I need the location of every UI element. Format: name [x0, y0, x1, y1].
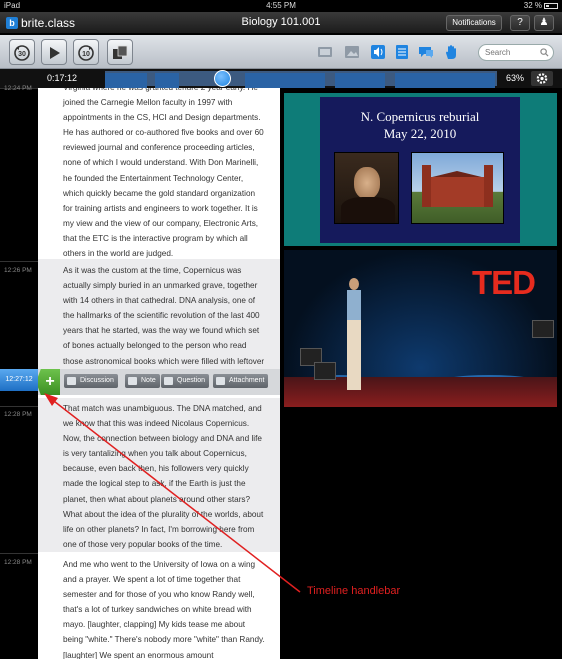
search-icon[interactable] — [540, 48, 549, 57]
rewind-30-icon: 30 — [14, 45, 30, 61]
attachment-label: Attachment — [229, 377, 265, 384]
ted-logo: TED — [472, 264, 536, 301]
discussion-button[interactable]: Discussion — [64, 374, 118, 388]
status-bar: iPad 4:55 PM 32 % — [0, 0, 562, 12]
add-annotation-button[interactable]: + — [38, 369, 60, 395]
timestamp: 12:26 PM — [4, 267, 32, 274]
discussion-label: Discussion — [80, 377, 114, 384]
gutter-divider — [0, 406, 38, 407]
status-time: 4:55 PM — [266, 1, 296, 10]
question-label: Question — [177, 377, 206, 384]
stage-floor — [284, 377, 557, 407]
settings-button[interactable] — [531, 71, 553, 86]
stage-tv — [532, 320, 554, 338]
gutter-divider — [0, 553, 38, 554]
discussion-icon — [67, 377, 76, 385]
note-icon — [128, 377, 137, 385]
speaker-legs — [347, 320, 361, 390]
transcript-paragraph[interactable]: And me who went to the University of Iow… — [38, 554, 280, 659]
gutter-divider — [0, 261, 38, 262]
cathedral-photo — [411, 152, 504, 224]
timeline-segment — [395, 73, 495, 88]
timestamp-gutter: 12:24 PM 12:26 PM 12:28 PM 12:28 PM 12:2… — [0, 85, 38, 659]
battery-text: 32 % — [523, 1, 542, 10]
hand-raise-icon[interactable] — [443, 44, 459, 60]
logo-text: brite.class — [21, 16, 76, 30]
gear-icon — [536, 73, 548, 84]
chat-view-icon[interactable] — [418, 44, 434, 60]
cathedral-tower — [484, 165, 493, 207]
question-button[interactable]: Question — [161, 374, 210, 388]
play-icon — [50, 47, 60, 59]
portrait-face — [354, 167, 380, 199]
speaker-body — [347, 290, 361, 320]
copernicus-portrait — [334, 152, 399, 224]
battery-icon — [544, 2, 558, 9]
user-settings-button[interactable]: ♟ — [534, 15, 554, 31]
rewind-30-button[interactable]: 30 — [9, 39, 35, 65]
audio-view-icon[interactable] — [370, 44, 386, 60]
video-view-icon[interactable] — [317, 44, 333, 60]
video-panel[interactable]: TED — [284, 250, 557, 407]
forward-10-label: 10 — [82, 51, 90, 58]
notes-view-icon[interactable] — [394, 44, 410, 60]
timeline-handlebar[interactable]: 12:27:12 — [0, 369, 38, 391]
slide-title: N. Copernicus reburial — [360, 109, 480, 124]
brite-logo-icon: b — [6, 17, 18, 29]
timeline-segment — [155, 73, 179, 88]
title-bar: b brite.class Biology 101.001 Notificati… — [0, 12, 562, 34]
attachment-icon — [216, 377, 225, 385]
question-icon — [164, 377, 173, 385]
app-logo[interactable]: b brite.class — [6, 15, 75, 31]
transcript-paragraph[interactable]: Virginia where he was granted tenure 2 y… — [38, 88, 280, 261]
plus-icon: + — [45, 373, 55, 390]
slides-icon — [113, 45, 128, 59]
player-toolbar: 30 10 — [0, 35, 562, 69]
zoom-percent: 63% — [506, 73, 525, 83]
transcript-paragraph[interactable]: As it was the custom at the time, Copern… — [38, 259, 280, 381]
attachment-button[interactable]: Attachment — [213, 374, 269, 388]
portrait-coat — [341, 197, 395, 223]
cathedral-tower — [422, 165, 431, 207]
transcript-panel[interactable]: Virginia where he was granted tenure 2 y… — [38, 88, 280, 659]
timeline-bar: 0:17:12 63% — [0, 69, 562, 88]
cathedral-body — [426, 177, 488, 207]
timeline-segment — [245, 73, 325, 88]
timeline-track[interactable] — [105, 71, 497, 88]
timestamp: 12:24 PM — [4, 85, 32, 92]
slide-panel[interactable]: N. Copernicus reburial May 22, 2010 — [284, 93, 557, 246]
stage-tv — [314, 362, 336, 380]
note-label: Note — [141, 377, 156, 384]
slides-button[interactable] — [107, 39, 133, 65]
help-button[interactable]: ? — [510, 15, 530, 31]
play-button[interactable] — [41, 39, 67, 65]
speaker-head — [349, 278, 359, 290]
annotation-label: Timeline handlebar — [307, 585, 401, 597]
forward-10-icon: 10 — [78, 45, 94, 61]
timestamp: 12:28 PM — [4, 559, 32, 566]
timeline-segment — [105, 73, 147, 88]
help-icon: ? — [517, 17, 523, 28]
slide-content: N. Copernicus reburial May 22, 2010 — [320, 97, 520, 243]
slide-date: May 22, 2010 — [383, 126, 457, 141]
rewind-30-label: 30 — [18, 51, 26, 58]
user-settings-icon: ♟ — [539, 17, 549, 28]
transcript-paragraph[interactable]: That match was unambiguous. The DNA matc… — [38, 398, 280, 552]
timeline-segment — [335, 73, 385, 88]
timeline-scrubber[interactable] — [214, 70, 232, 87]
annotation-action-bar: + Discussion Note Question Attachment — [38, 369, 280, 395]
timestamp: 12:28 PM — [4, 411, 32, 418]
battery-status: 32 % — [524, 0, 558, 12]
note-button[interactable]: Note — [125, 374, 160, 388]
current-time: 0:17:12 — [47, 73, 78, 83]
forward-10-button[interactable]: 10 — [73, 39, 99, 65]
image-view-icon[interactable] — [344, 44, 360, 60]
notifications-button[interactable]: Notifications — [446, 15, 502, 31]
